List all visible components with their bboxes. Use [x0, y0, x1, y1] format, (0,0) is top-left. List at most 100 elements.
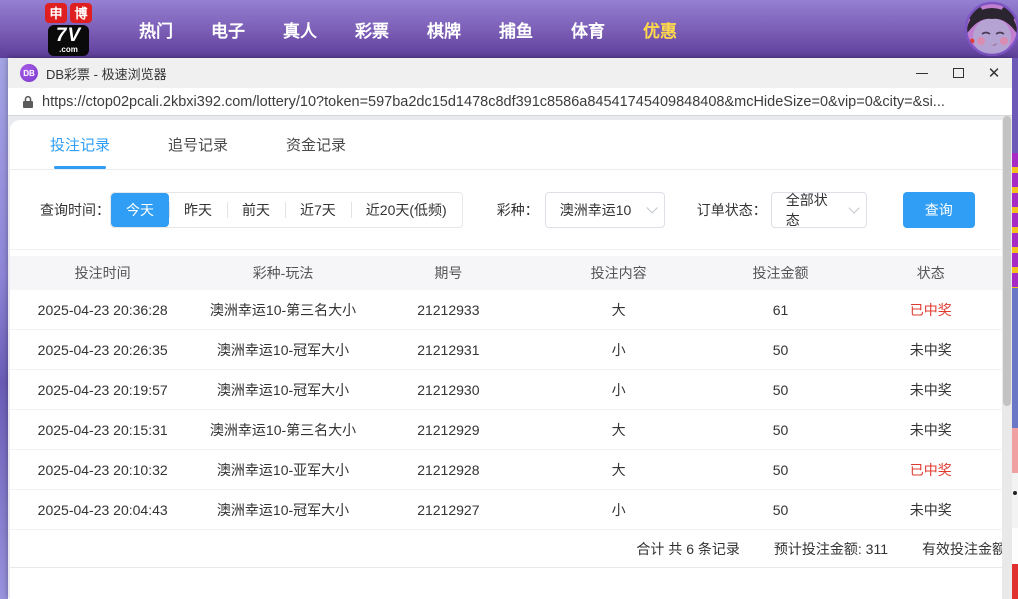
- issue-cell: 21212931: [417, 341, 480, 358]
- favicon-icon: DB: [20, 64, 38, 82]
- nav-item-hot[interactable]: 热门: [120, 17, 192, 42]
- window-titlebar[interactable]: DB DB彩票 - 极速浏览器 ✕: [8, 58, 1012, 88]
- time-range-group: 今天 昨天 前天 近7天 近20天(低频): [110, 191, 463, 228]
- time-option-daybefore[interactable]: 前天: [227, 193, 285, 227]
- lock-icon: [23, 95, 33, 108]
- bet-amount-cell: 61: [772, 301, 789, 318]
- order-status-select[interactable]: 全部状态: [770, 191, 867, 228]
- bet-amount-cell: 50: [772, 461, 789, 478]
- table-row[interactable]: 2025-04-23 20:36:28 澳洲幸运10-第三名大小 2121293…: [10, 290, 1012, 330]
- logo-badge-2: 博: [70, 2, 92, 23]
- vertical-scrollbar[interactable]: [1002, 116, 1012, 599]
- page-left-edge: [0, 58, 8, 599]
- game-play-cell: 澳洲幸运10-冠军大小: [216, 381, 350, 398]
- chevron-down-icon: [848, 201, 860, 213]
- lottery-select[interactable]: 澳洲幸运10: [544, 191, 665, 228]
- table-row[interactable]: 2025-04-23 20:26:35 澳洲幸运10-冠军大小 21212931…: [10, 330, 1012, 370]
- bet-amount-cell: 50: [772, 381, 789, 398]
- records-card: 投注记录 追号记录 资金记录 查询时间： 今天 昨天 前天 近7天 近20天(低…: [10, 120, 1012, 598]
- nav-item-boardgames[interactable]: 棋牌: [408, 17, 480, 42]
- scrollbar-thumb[interactable]: [1003, 116, 1011, 406]
- table-row[interactable]: 2025-04-23 20:10:32 澳洲幸运10-亚军大小 21212928…: [10, 450, 1012, 490]
- user-avatar[interactable]: [964, 1, 1018, 57]
- logo-badges: 申 博: [45, 2, 92, 23]
- avatar-illustration: [964, 1, 1018, 57]
- time-option-7days[interactable]: 近7天: [285, 193, 351, 227]
- time-option-yesterday[interactable]: 昨天: [169, 193, 227, 227]
- issue-cell: 21212928: [417, 461, 480, 478]
- tab-bet-records[interactable]: 投注记录: [50, 120, 110, 169]
- issue-cell: 21212930: [417, 381, 480, 398]
- record-tabs: 投注记录 追号记录 资金记录: [10, 120, 1012, 170]
- bet-records-table: 投注时间 彩种-玩法 期号 投注内容 投注金额 状态 2025-04-23 20…: [10, 256, 1012, 530]
- summary-total: 合计 共 6 条记录: [636, 540, 740, 557]
- game-play-cell: 澳洲幸运10-第三名大小: [209, 421, 357, 438]
- bet-content-cell: 小: [611, 501, 626, 518]
- url-text[interactable]: https://ctop02pcali.2kbxi392.com/lottery…: [42, 94, 945, 110]
- bet-content-cell: 大: [611, 461, 626, 478]
- summary-expected-amount: 预计投注金额: 311: [773, 540, 888, 557]
- close-button[interactable]: ✕: [976, 58, 1012, 88]
- tab-fund-records[interactable]: 资金记录: [286, 120, 346, 169]
- col-bet-amount: 投注金额: [752, 265, 809, 281]
- logo-main-text: 7V: [55, 24, 82, 46]
- table-row[interactable]: 2025-04-23 20:19:57 澳洲幸运10-冠军大小 21212930…: [10, 370, 1012, 410]
- bet-time-cell: 2025-04-23 20:04:43: [37, 501, 168, 518]
- status-cell: 已中奖: [909, 461, 952, 478]
- col-status: 状态: [916, 265, 945, 281]
- bet-time-cell: 2025-04-23 20:19:57: [37, 381, 168, 398]
- maximize-icon: [952, 68, 964, 78]
- logo-badge-1: 申: [45, 2, 67, 23]
- page-right-edge: [1012, 58, 1018, 599]
- status-filter-label: 订单状态：: [696, 201, 767, 218]
- chevron-down-icon: [646, 201, 658, 214]
- nav-item-slots[interactable]: 电子: [192, 17, 264, 42]
- bet-time-cell: 2025-04-23 20:10:32: [37, 461, 168, 478]
- bet-content-cell: 小: [611, 381, 626, 398]
- col-bet-content: 投注内容: [590, 265, 647, 281]
- query-button[interactable]: 查询: [902, 191, 975, 228]
- table-row[interactable]: 2025-04-23 20:04:43 澳洲幸运10-冠军大小 21212927…: [10, 490, 1012, 530]
- logo-wordmark: 7V .com: [47, 24, 90, 56]
- minimize-icon: [916, 72, 928, 74]
- window-controls: ✕: [904, 58, 1012, 88]
- lottery-select-value: 澳洲幸运10: [559, 201, 632, 218]
- table-row[interactable]: 2025-04-23 20:15:31 澳洲幸运10-第三名大小 2121292…: [10, 410, 1012, 450]
- status-cell: 已中奖: [909, 301, 952, 318]
- nav-item-lottery[interactable]: 彩票: [336, 17, 408, 42]
- game-play-cell: 澳洲幸运10-冠军大小: [216, 341, 350, 358]
- site-topbar: 申 博 7V .com 热门 电子 真人 彩票 棋牌 捕鱼 体育 优惠: [0, 0, 1018, 58]
- nav-item-live[interactable]: 真人: [264, 17, 336, 42]
- site-nav: 热门 电子 真人 彩票 棋牌 捕鱼 体育 优惠: [120, 17, 696, 42]
- maximize-button[interactable]: [940, 58, 976, 88]
- time-option-today[interactable]: 今天: [111, 192, 169, 227]
- status-cell: 未中奖: [909, 381, 952, 398]
- bet-amount-cell: 50: [772, 501, 789, 518]
- bet-content-cell: 大: [611, 421, 626, 438]
- bet-time-cell: 2025-04-23 20:36:28: [37, 301, 168, 318]
- issue-cell: 21212927: [417, 501, 480, 518]
- summary-bar: 合计 共 6 条记录 预计投注金额: 311 有效投注金额: [10, 530, 1012, 568]
- status-cell: 未中奖: [909, 421, 952, 438]
- table-header-row: 投注时间 彩种-玩法 期号 投注内容 投注金额 状态: [10, 256, 1012, 290]
- order-status-value: 全部状态: [785, 191, 828, 228]
- nav-item-fishing[interactable]: 捕鱼: [480, 17, 552, 42]
- bet-table-body: 2025-04-23 20:36:28 澳洲幸运10-第三名大小 2121293…: [10, 290, 1012, 530]
- game-play-cell: 澳洲幸运10-亚军大小: [216, 461, 350, 478]
- nav-item-promos[interactable]: 优惠: [624, 17, 696, 42]
- address-bar[interactable]: https://ctop02pcali.2kbxi392.com/lottery…: [8, 88, 1012, 116]
- tab-chase-records[interactable]: 追号记录: [168, 120, 228, 169]
- nav-item-sports[interactable]: 体育: [552, 17, 624, 42]
- browser-window: DB DB彩票 - 极速浏览器 ✕ https://ctop02pcali.2k…: [8, 58, 1012, 599]
- time-option-20days[interactable]: 近20天(低频): [350, 193, 462, 227]
- game-play-cell: 澳洲幸运10-第三名大小: [209, 301, 357, 318]
- bet-amount-cell: 50: [772, 421, 789, 438]
- bet-content-cell: 大: [611, 301, 626, 318]
- lottery-filter-label: 彩种：: [496, 201, 539, 218]
- col-bet-time: 投注时间: [74, 265, 131, 281]
- bet-time-cell: 2025-04-23 20:26:35: [37, 341, 168, 358]
- summary-valid-amount: 有效投注金额: [922, 540, 1006, 557]
- site-logo[interactable]: 申 博 7V .com: [45, 2, 92, 56]
- filter-bar: 查询时间： 今天 昨天 前天 近7天 近20天(低频) 彩种： 澳洲幸运10 订…: [10, 170, 1012, 250]
- minimize-button[interactable]: [904, 58, 940, 88]
